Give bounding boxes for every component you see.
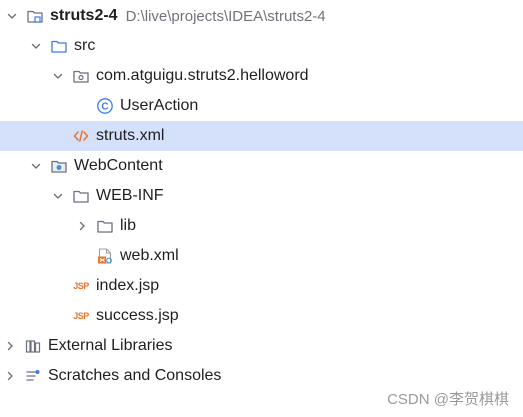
tree-row-index-jsp[interactable]: JSP index.jsp — [0, 271, 523, 301]
watermark: CSDN @李贺棋棋 — [387, 391, 509, 408]
project-tree: struts2-4 D:\live\projects\IDEA\struts2-… — [0, 0, 523, 417]
webinf-label: WEB-INF — [96, 187, 164, 204]
chevron-right-icon[interactable] — [76, 220, 88, 232]
tree-row-package[interactable]: com.atguigu.struts2.helloword — [0, 61, 523, 91]
tree-row-scratches[interactable]: Scratches and Consoles — [0, 361, 523, 391]
useraction-label: UserAction — [120, 97, 199, 114]
chevron-down-icon[interactable] — [52, 70, 64, 82]
svg-text:C: C — [101, 102, 108, 113]
tree-row-webinf[interactable]: WEB-INF — [0, 181, 523, 211]
tree-row-root[interactable]: struts2-4 D:\live\projects\IDEA\struts2-… — [0, 1, 523, 31]
src-label: src — [74, 37, 96, 54]
tree-row-src[interactable]: src — [0, 31, 523, 61]
folder-icon — [72, 187, 90, 205]
chevron-down-icon[interactable] — [6, 10, 18, 22]
chevron-down-icon[interactable] — [52, 190, 64, 202]
root-path: D:\live\projects\IDEA\struts2-4 — [125, 7, 326, 25]
chevron-right-icon[interactable] — [4, 370, 16, 382]
external-libraries-label: External Libraries — [48, 337, 173, 354]
tree-row-external-libraries[interactable]: External Libraries — [0, 331, 523, 361]
scratches-label: Scratches and Consoles — [48, 367, 222, 384]
tree-row-webcontent[interactable]: WebContent — [0, 151, 523, 181]
tree-row-useraction[interactable]: C UserAction — [0, 91, 523, 121]
jsp-file-icon: JSP — [73, 281, 89, 291]
tree-row-web-xml[interactable]: web.xml — [0, 241, 523, 271]
package-label: com.atguigu.struts2.helloword — [96, 67, 309, 84]
success-jsp-label: success.jsp — [96, 307, 179, 324]
folder-icon — [96, 217, 114, 235]
xml-file-icon — [72, 127, 90, 145]
tree-row-struts-xml[interactable]: struts.xml — [0, 121, 523, 151]
module-folder-icon — [26, 7, 44, 25]
libraries-icon — [24, 337, 42, 355]
webcontent-label: WebContent — [74, 157, 163, 174]
root-label: struts2-4 — [50, 7, 118, 24]
chevron-right-icon[interactable] — [4, 340, 16, 352]
source-folder-icon — [50, 37, 68, 55]
chevron-down-icon[interactable] — [30, 40, 42, 52]
lib-label: lib — [120, 217, 137, 234]
package-icon — [72, 67, 90, 85]
web-xml-label: web.xml — [120, 247, 179, 264]
struts-xml-label: struts.xml — [96, 127, 165, 144]
jsp-file-icon: JSP — [73, 311, 89, 321]
web-xml-icon — [96, 247, 114, 265]
web-folder-icon — [50, 157, 68, 175]
class-icon: C — [96, 97, 114, 115]
tree-row-success-jsp[interactable]: JSP success.jsp — [0, 301, 523, 331]
index-jsp-label: index.jsp — [96, 277, 160, 294]
scratches-icon — [24, 367, 42, 385]
chevron-down-icon[interactable] — [30, 160, 42, 172]
tree-row-lib[interactable]: lib — [0, 211, 523, 241]
